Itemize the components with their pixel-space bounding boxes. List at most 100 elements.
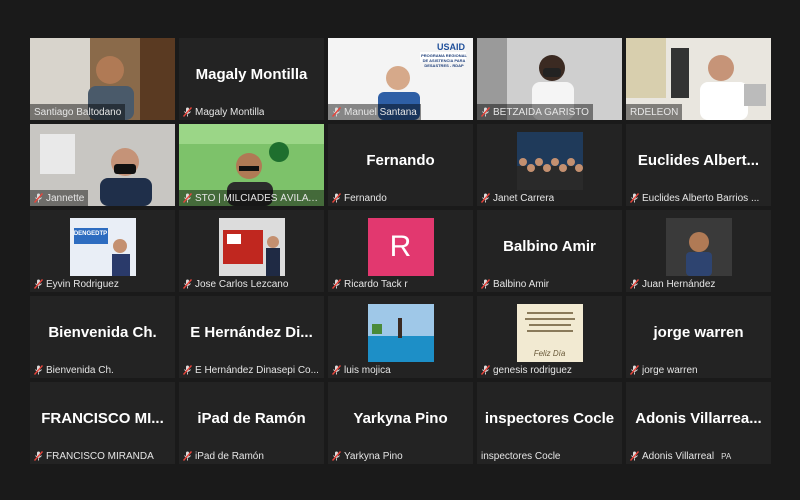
participant-tile[interactable]: Yarkyna Pino Yarkyna Pino xyxy=(328,382,473,464)
participant-tile[interactable]: Janet Carrera xyxy=(477,124,622,206)
participant-display-name: Balbino Amir xyxy=(503,238,596,255)
participant-name: Manuel Santana xyxy=(344,106,417,118)
participant-name-label: Fernando xyxy=(328,190,391,206)
photo-caption: Feliz Día xyxy=(533,349,566,358)
mic-muted-icon xyxy=(630,451,639,461)
mic-muted-icon xyxy=(630,193,639,203)
participant-name-label: E Hernández Dinasepi Co... xyxy=(179,362,323,378)
avatar-letter: R xyxy=(389,230,412,263)
participant-name-label: luis mojica xyxy=(328,362,395,378)
participant-tile[interactable]: luis mojica xyxy=(328,296,473,378)
participant-name: STO | MILCIADES ÁVILA P... xyxy=(195,192,320,204)
mic-muted-icon xyxy=(332,365,341,375)
participant-extra-tag: PA xyxy=(721,451,732,461)
participant-display-name: Euclides Albert... xyxy=(637,152,760,169)
participant-tile[interactable]: Feliz Día genesis rodriguez xyxy=(477,296,622,378)
participant-display-name: inspectores Cocle xyxy=(484,410,615,427)
participant-name: iPad de Ramón xyxy=(195,450,264,462)
mic-muted-icon xyxy=(183,279,192,289)
participant-tile[interactable]: Jannette xyxy=(30,124,175,206)
mic-muted-icon xyxy=(630,365,639,375)
usaid-logo: USAID xyxy=(436,42,465,52)
mic-muted-icon xyxy=(183,451,192,461)
participant-tile[interactable]: Santiago Baltodano xyxy=(30,38,175,120)
participant-name: FRANCISCO MIRANDA xyxy=(46,450,154,462)
participant-name-label: Bienvenida Ch. xyxy=(30,362,118,378)
participant-tile[interactable]: iPad de Ramón iPad de Ramón xyxy=(179,382,324,464)
participant-tile[interactable]: jorge warren jorge warren xyxy=(626,296,771,378)
participant-name: luis mojica xyxy=(344,364,391,376)
participant-name: Santiago Baltodano xyxy=(34,106,122,118)
participant-tile[interactable]: Juan Hernández xyxy=(626,210,771,292)
participant-name: Jannette xyxy=(46,192,85,204)
participant-name: Euclides Alberto Barrios ... xyxy=(642,192,760,204)
participant-name-label: Euclides Alberto Barrios ... xyxy=(626,190,763,206)
participant-name-label: jorge warren xyxy=(626,362,702,378)
participant-tile[interactable]: USAID PROGRAMA REGIONAL DE ASISTENCIA PAR… xyxy=(328,38,473,120)
participant-name: Ricardo Tack r xyxy=(344,278,408,290)
video-caption: PROGRAMA REGIONAL DE ASISTENCIA PARA DES… xyxy=(421,53,467,68)
participant-name-label: Balbino Amir xyxy=(477,276,553,292)
mic-muted-icon xyxy=(630,279,639,289)
participant-tile[interactable]: FRANCISCO MI... FRANCISCO MIRANDA xyxy=(30,382,175,464)
participant-tile[interactable]: BETZAIDA GARISTO xyxy=(477,38,622,120)
participant-photo: Feliz Día xyxy=(516,304,583,362)
participant-name-label: Janet Carrera xyxy=(477,190,558,206)
participant-photo xyxy=(218,218,285,276)
participant-tile[interactable]: DENGEDTP Eyvin Rodriguez xyxy=(30,210,175,292)
participant-name-label: Juan Hernández xyxy=(626,276,719,292)
participant-tile[interactable]: inspectores Cocle inspectores Cocle xyxy=(477,382,622,464)
participant-name: genesis rodriguez xyxy=(493,364,572,376)
participant-name-label: FRANCISCO MIRANDA xyxy=(30,448,158,464)
participant-tile[interactable]: Magaly Montilla Magaly Montilla xyxy=(179,38,324,120)
participant-name: Fernando xyxy=(344,192,387,204)
participant-display-name: Adonis Villarrea... xyxy=(635,410,762,427)
mic-muted-icon xyxy=(332,451,341,461)
participant-name: Bienvenida Ch. xyxy=(46,364,114,376)
participant-name-label: genesis rodriguez xyxy=(477,362,576,378)
participant-tile[interactable]: STO | MILCIADES ÁVILA P... xyxy=(179,124,324,206)
participant-name-label: Santiago Baltodano xyxy=(30,104,126,120)
participant-tile[interactable]: Adonis Villarrea... Adonis Villarreal PA xyxy=(626,382,771,464)
participant-name-label: Magaly Montilla xyxy=(179,104,268,120)
participant-name: Magaly Montilla xyxy=(195,106,265,118)
participant-name-label: iPad de Ramón xyxy=(179,448,268,464)
participant-name-label: Yarkyna Pino xyxy=(328,448,407,464)
participant-tile[interactable]: Jose Carlos Lezcano xyxy=(179,210,324,292)
participant-display-name: Yarkyna Pino xyxy=(353,410,448,427)
participant-display-name: Bienvenida Ch. xyxy=(48,324,157,341)
participant-display-name: Fernando xyxy=(366,152,435,169)
photo-caption: DENGEDTP xyxy=(73,231,108,237)
mic-muted-icon xyxy=(481,365,490,375)
participant-name-label: Adonis Villarreal PA xyxy=(626,448,735,464)
mic-muted-icon xyxy=(481,107,490,117)
participant-tile[interactable]: RDELEON xyxy=(626,38,771,120)
participant-name: Adonis Villarreal xyxy=(642,450,715,462)
participant-tile[interactable]: Fernando Fernando xyxy=(328,124,473,206)
participant-grid: Santiago Baltodano Magaly Montilla Magaly … xyxy=(30,38,771,464)
participant-tile[interactable]: Euclides Albert... Euclides Alberto Barri… xyxy=(626,124,771,206)
participant-tile[interactable]: Bienvenida Ch. Bienvenida Ch. xyxy=(30,296,175,378)
participant-name: Jose Carlos Lezcano xyxy=(195,278,289,290)
participant-name: RDELEON xyxy=(630,106,679,118)
participant-tile[interactable]: Balbino Amir Balbino Amir xyxy=(477,210,622,292)
mic-muted-icon xyxy=(332,107,341,117)
mic-muted-icon xyxy=(481,193,490,203)
participant-name: BETZAIDA GARISTO xyxy=(493,106,589,118)
participant-name-label: inspectores Cocle xyxy=(477,448,564,464)
participant-name-label: Eyvin Rodriguez xyxy=(30,276,123,292)
participant-display-name: iPad de Ramón xyxy=(197,410,306,427)
participant-name-label: Ricardo Tack r xyxy=(328,276,412,292)
participant-name: Balbino Amir xyxy=(493,278,550,290)
mic-muted-icon xyxy=(34,451,43,461)
mic-muted-icon xyxy=(183,193,192,203)
participant-display-name: E Hernández Di... xyxy=(190,324,313,341)
participant-display-name: jorge warren xyxy=(653,324,744,341)
participant-tile[interactable]: E Hernández Di... E Hernández Dinasepi Co… xyxy=(179,296,324,378)
participant-name: Yarkyna Pino xyxy=(344,450,403,462)
participant-display-name: Magaly Montilla xyxy=(195,66,308,83)
mic-muted-icon xyxy=(34,193,43,203)
participant-photo xyxy=(516,132,583,190)
participant-tile[interactable]: R Ricardo Tack r xyxy=(328,210,473,292)
participant-photo xyxy=(367,304,434,362)
